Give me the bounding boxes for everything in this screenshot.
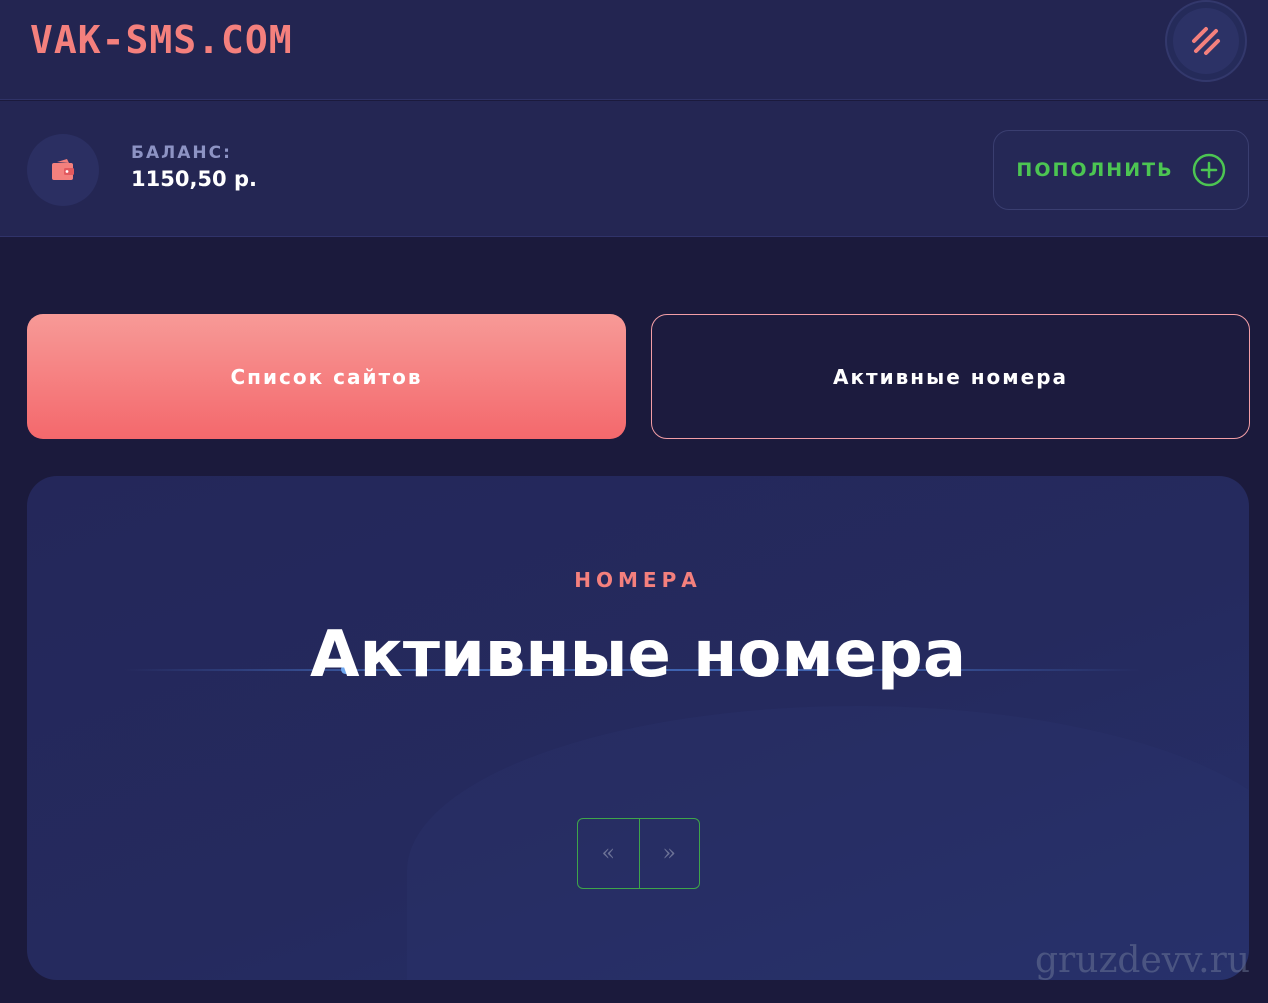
plus-circle-icon	[1192, 153, 1225, 187]
topup-label: ПОПОЛНИТЬ	[1016, 159, 1174, 181]
balance-bar: БАЛАНС: 1150,50 р. ПОПОЛНИТЬ	[0, 101, 1268, 237]
wallet-icon	[52, 159, 74, 180]
prev-page-button[interactable]: «	[578, 819, 639, 888]
header: VAK-SMS.COM	[0, 0, 1268, 100]
section-title: Активные номера	[309, 618, 967, 692]
wallet-badge	[27, 134, 99, 206]
watermark: gruzdevv.ru	[1035, 940, 1250, 981]
logo[interactable]: VAK-SMS.COM	[30, 18, 293, 62]
balance-label: БАЛАНС:	[131, 143, 232, 163]
menu-button[interactable]	[1165, 0, 1247, 82]
next-page-button[interactable]: »	[638, 819, 700, 888]
active-numbers-panel: НОМЕРА Активные номера « »	[27, 476, 1249, 980]
balance-value: 1150,50 р.	[131, 167, 257, 191]
background-wave	[407, 706, 1249, 980]
topup-button[interactable]: ПОПОЛНИТЬ	[993, 130, 1249, 210]
tab-site-list[interactable]: Список сайтов	[27, 314, 626, 439]
section-kicker: НОМЕРА	[574, 568, 702, 592]
tab-active-numbers[interactable]: Активные номера	[651, 314, 1250, 439]
pagination: « »	[577, 818, 700, 889]
slashes-icon	[1192, 27, 1220, 55]
menu-button-inner	[1173, 8, 1239, 74]
